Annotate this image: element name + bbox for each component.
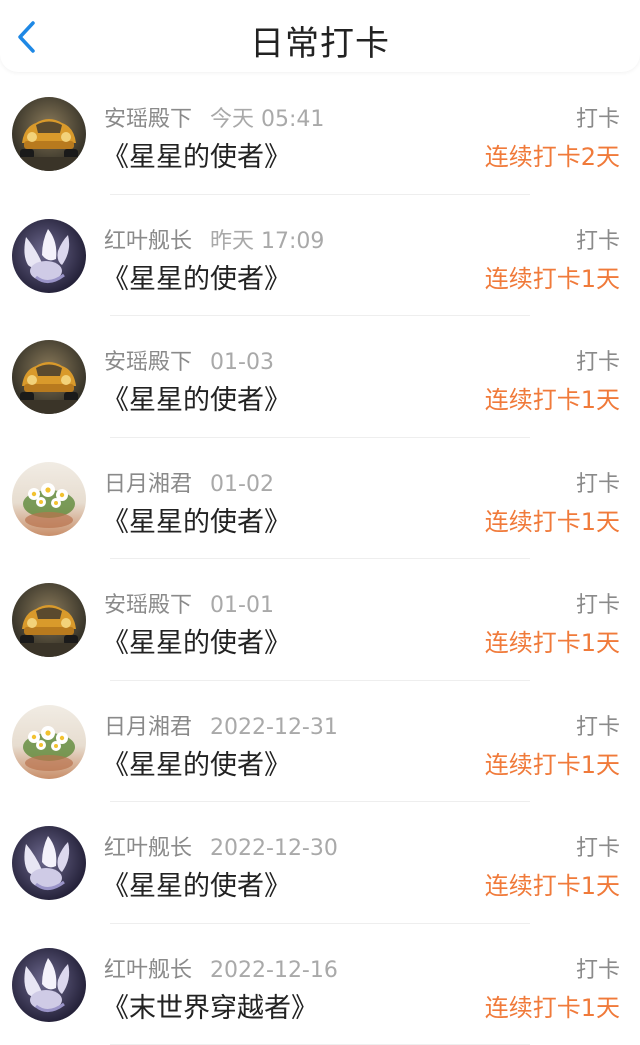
book-title[interactable]: 《星星的使者》 [102,743,291,782]
checkin-list: 安瑶殿下今天 05:41 《星星的使者》 打卡 连续打卡2天 红叶舰长昨天 17… [0,73,640,1045]
book-title[interactable]: 《星星的使者》 [102,621,291,660]
checkin-time: 2022-12-31 [210,715,338,740]
list-item[interactable]: 日月湘君 2022-12-31 《星星的使者》 打卡 连续打卡1天 [0,681,640,803]
user-name[interactable]: 红叶舰长 [104,836,192,861]
streak-text: 连续打卡1天 [485,988,620,1023]
checkin-time: 昨天 17:09 [210,229,324,254]
streak-text: 连续打卡1天 [485,380,620,415]
avatar[interactable] [12,462,86,536]
user-name[interactable]: 红叶舰长 [104,958,192,983]
streak-text: 连续打卡1天 [485,623,620,658]
entry-meta: 安瑶殿下今天 05:41 [104,101,324,133]
checkin-label: 打卡 [576,952,620,984]
user-name[interactable]: 日月湘君 [104,472,192,497]
list-item[interactable]: 红叶舰长昨天 17:09 《星星的使者》 打卡 连续打卡1天 [0,195,640,317]
checkin-time: 01-02 [210,472,274,497]
streak-text: 连续打卡1天 [485,745,620,780]
book-title[interactable]: 《星星的使者》 [102,378,291,417]
streak-text: 连续打卡1天 [485,866,620,901]
entry-meta: 日月湘君 01-02 [104,466,274,498]
checkin-label: 打卡 [576,709,620,741]
checkin-time: 2022-12-16 [210,958,338,983]
checkin-time: 01-01 [210,593,274,618]
streak-text: 连续打卡1天 [485,259,620,294]
entry-meta: 安瑶殿下 01-03 [104,344,274,376]
avatar[interactable] [12,583,86,657]
page-title: 日常打卡 [0,16,640,65]
streak-text: 连续打卡2天 [485,137,620,172]
avatar[interactable] [12,219,86,293]
user-name[interactable]: 日月湘君 [104,715,192,740]
user-name[interactable]: 安瑶殿下 [104,107,192,132]
entry-meta: 红叶舰长昨天 17:09 [104,223,324,255]
list-item[interactable]: 红叶舰长 2022-12-30 《星星的使者》 打卡 连续打卡1天 [0,802,640,924]
checkin-time: 2022-12-30 [210,836,338,861]
book-title[interactable]: 《星星的使者》 [102,864,291,903]
book-title[interactable]: 《星星的使者》 [102,500,291,539]
book-title[interactable]: 《星星的使者》 [102,135,291,174]
book-title[interactable]: 《星星的使者》 [102,257,291,296]
list-item[interactable]: 日月湘君 01-02 《星星的使者》 打卡 连续打卡1天 [0,438,640,560]
entry-meta: 红叶舰长 2022-12-30 [104,830,338,862]
avatar[interactable] [12,705,86,779]
list-item[interactable]: 红叶舰长 2022-12-16 《末世界穿越者》 打卡 连续打卡1天 [0,924,640,1045]
header-bar: 日常打卡 [0,0,640,72]
entry-meta: 日月湘君 2022-12-31 [104,709,338,741]
avatar[interactable] [12,340,86,414]
entry-meta: 红叶舰长 2022-12-16 [104,952,338,984]
user-name[interactable]: 安瑶殿下 [104,593,192,618]
checkin-time: 01-03 [210,350,274,375]
list-item[interactable]: 安瑶殿下 01-01 《星星的使者》 打卡 连续打卡1天 [0,559,640,681]
checkin-label: 打卡 [576,223,620,255]
user-name[interactable]: 红叶舰长 [104,229,192,254]
list-item[interactable]: 安瑶殿下今天 05:41 《星星的使者》 打卡 连续打卡2天 [0,73,640,195]
list-item[interactable]: 安瑶殿下 01-03 《星星的使者》 打卡 连续打卡1天 [0,316,640,438]
user-name[interactable]: 安瑶殿下 [104,350,192,375]
checkin-label: 打卡 [576,830,620,862]
avatar[interactable] [12,97,86,171]
checkin-time: 今天 05:41 [210,107,324,132]
streak-text: 连续打卡1天 [485,502,620,537]
checkin-label: 打卡 [576,344,620,376]
checkin-label: 打卡 [576,101,620,133]
avatar[interactable] [12,826,86,900]
avatar[interactable] [12,948,86,1022]
entry-meta: 安瑶殿下 01-01 [104,587,274,619]
checkin-label: 打卡 [576,466,620,498]
book-title[interactable]: 《末世界穿越者》 [102,986,318,1025]
checkin-label: 打卡 [576,587,620,619]
